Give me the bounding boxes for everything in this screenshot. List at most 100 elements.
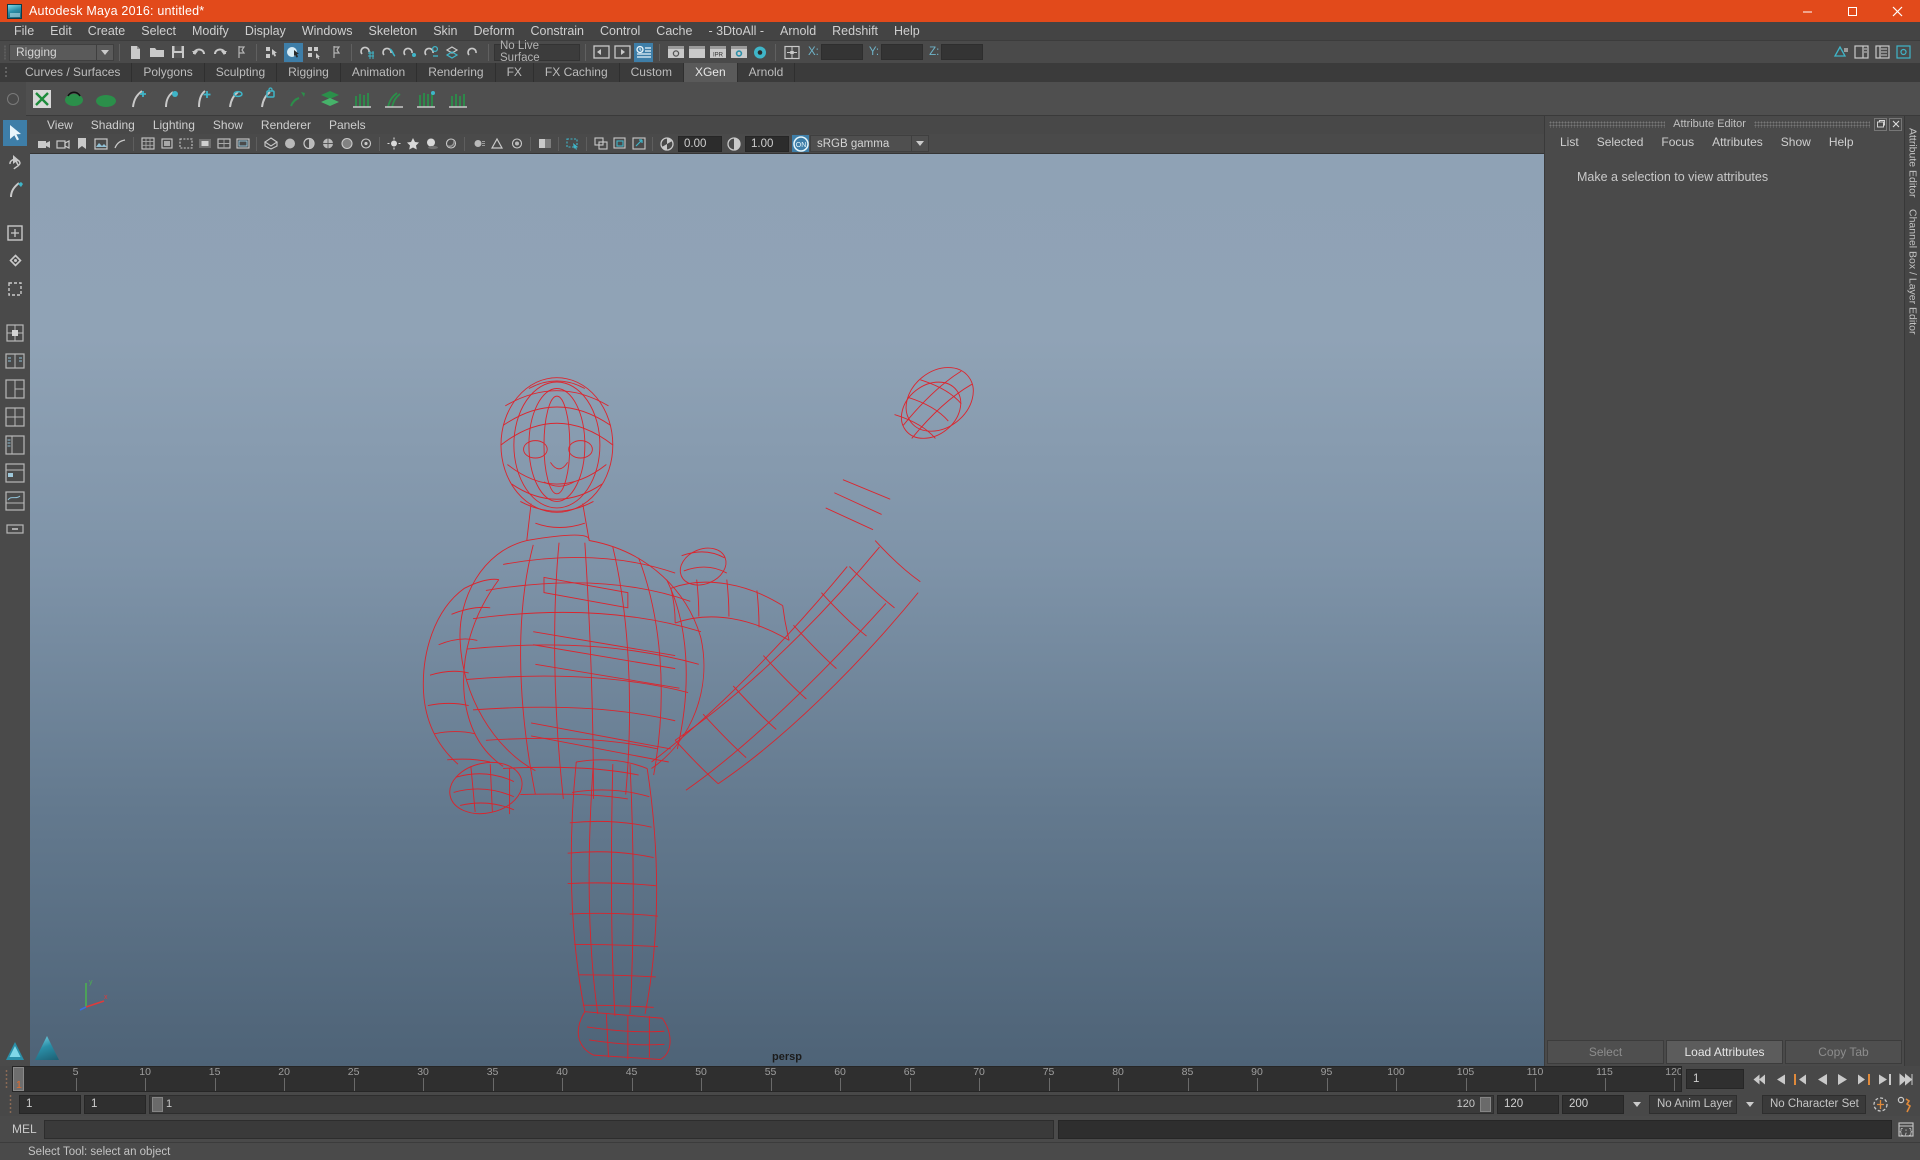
menu-windows[interactable]: Windows: [294, 22, 361, 40]
menu-constrain[interactable]: Constrain: [523, 22, 593, 40]
layout-hypershade-persp-icon[interactable]: [3, 460, 27, 486]
save-scene-icon[interactable]: [168, 43, 187, 62]
snap-to-point-icon[interactable]: [400, 43, 419, 62]
xgen-groomable-spline-icon[interactable]: [91, 84, 121, 114]
shelf-tab-fx[interactable]: FX: [495, 63, 534, 82]
film-origin-icon[interactable]: [215, 135, 232, 152]
snap-to-projected-center-icon[interactable]: [421, 43, 440, 62]
rotate-tool-icon[interactable]: [3, 248, 27, 274]
show-channel-box-icon[interactable]: [1873, 43, 1892, 62]
open-attribute-editor-icon[interactable]: [634, 42, 653, 62]
menu-deform[interactable]: Deform: [466, 22, 523, 40]
xgen-groom-convert-icon[interactable]: [411, 84, 441, 114]
shelf-grip[interactable]: [0, 63, 14, 82]
ae-menu-help[interactable]: Help: [1820, 133, 1863, 151]
command-language-label[interactable]: MEL: [4, 1122, 40, 1136]
multisample-aa-icon[interactable]: [489, 135, 506, 152]
vtab-attribute-editor[interactable]: Attribute Editor: [1907, 122, 1919, 203]
load-attributes-button[interactable]: Load Attributes: [1666, 1040, 1783, 1064]
smooth-shade-all-icon[interactable]: [281, 135, 298, 152]
lighting-all-icon[interactable]: [404, 135, 421, 152]
close-icon[interactable]: [1875, 0, 1920, 22]
xgen-spline-primitive-icon[interactable]: [59, 84, 89, 114]
menu-skeleton[interactable]: Skeleton: [361, 22, 426, 40]
hypershade-icon[interactable]: [750, 43, 769, 62]
menu-3dtoall[interactable]: - 3DtoAll -: [700, 22, 772, 40]
maximize-icon[interactable]: [1830, 0, 1875, 22]
vtab-channel-box-layer-editor[interactable]: Channel Box / Layer Editor: [1907, 203, 1919, 341]
ipr-render-icon[interactable]: IPR: [708, 43, 727, 62]
range-end-handle[interactable]: [1480, 1096, 1491, 1112]
tear-off-copy-icon[interactable]: [611, 135, 628, 152]
script-editor-icon[interactable]: {;}: [1896, 1119, 1916, 1139]
transform-panel-icon[interactable]: [3, 320, 27, 346]
range-start-handle[interactable]: [152, 1096, 163, 1112]
menu-display[interactable]: Display: [237, 22, 294, 40]
xgen-layers-icon[interactable]: [315, 84, 345, 114]
viewport-snapshot-icon[interactable]: [630, 135, 647, 152]
playback-end-field[interactable]: 200: [1562, 1094, 1624, 1114]
ae-menu-attributes[interactable]: Attributes: [1703, 133, 1772, 151]
auto-keyframe-toggle-icon[interactable]: [1869, 1093, 1891, 1115]
film-gate-icon[interactable]: [158, 135, 175, 152]
render-current-frame-icon[interactable]: [666, 43, 685, 62]
step-forward-frame-icon[interactable]: [1853, 1069, 1874, 1090]
lighting-default-icon[interactable]: [385, 135, 402, 152]
shelf-tab-curves-surfaces[interactable]: Curves / Surfaces: [14, 63, 133, 82]
range-slider-grip[interactable]: [4, 1094, 16, 1114]
menu-control[interactable]: Control: [592, 22, 648, 40]
shelf-tab-custom[interactable]: Custom: [619, 63, 684, 82]
select-by-hierarchy-icon[interactable]: [263, 43, 282, 62]
color-space-dropdown-icon[interactable]: [912, 135, 929, 152]
undo-icon[interactable]: [189, 43, 208, 62]
open-render-view-icon[interactable]: [687, 43, 706, 62]
anim-end-time-field[interactable]: 1: [84, 1094, 146, 1114]
ae-menu-list[interactable]: List: [1551, 133, 1588, 151]
live-surface-field[interactable]: No Live Surface: [494, 40, 580, 64]
ae-menu-selected[interactable]: Selected: [1588, 133, 1653, 151]
xgen-mask-brush-icon[interactable]: [251, 84, 281, 114]
xray-joints-icon[interactable]: [357, 135, 374, 152]
range-end-field[interactable]: 120: [1497, 1094, 1559, 1114]
select-tool-icon[interactable]: [3, 120, 27, 146]
bookmarks-icon[interactable]: [73, 135, 90, 152]
copy-tab-button[interactable]: Copy Tab: [1785, 1040, 1902, 1064]
step-forward-keyframe-icon[interactable]: [1874, 1069, 1895, 1090]
panel-drag-dots[interactable]: [1549, 120, 1666, 128]
make-live-icon[interactable]: [463, 43, 482, 62]
shelf-tab-fx-caching[interactable]: FX Caching: [533, 63, 620, 82]
motion-blur-icon[interactable]: [470, 135, 487, 152]
xgen-create-description-icon[interactable]: [27, 84, 57, 114]
anim-layer-selector[interactable]: No Anim Layer: [1649, 1094, 1737, 1114]
gamma-field[interactable]: 1.00: [745, 135, 789, 152]
coord-y-field[interactable]: [881, 44, 924, 60]
select-by-object-type-icon[interactable]: [284, 42, 303, 62]
ae-menu-focus[interactable]: Focus: [1652, 133, 1703, 151]
viewport-menu-lighting[interactable]: Lighting: [144, 116, 204, 134]
show-tool-settings-icon[interactable]: [1894, 43, 1913, 62]
menu-set-selector[interactable]: Rigging: [9, 43, 97, 61]
xgen-density-brush-icon[interactable]: [155, 84, 185, 114]
open-scene-icon[interactable]: [147, 43, 166, 62]
playback-options-dropdown-icon[interactable]: [1627, 1095, 1646, 1114]
smooth-shade-selected-icon[interactable]: [300, 135, 317, 152]
layout-outliner-persp-icon[interactable]: [3, 432, 27, 458]
close-panel-icon[interactable]: [1889, 117, 1903, 131]
toolbar-flag-icon[interactable]: [231, 43, 250, 62]
menu-skin[interactable]: Skin: [425, 22, 465, 40]
panel-drag-dots-2[interactable]: [1753, 120, 1871, 128]
show-modeling-toolkit-icon[interactable]: [1831, 43, 1850, 62]
new-scene-icon[interactable]: [126, 43, 145, 62]
lasso-tool-icon[interactable]: [3, 148, 27, 174]
xgen-export-icon[interactable]: [443, 84, 473, 114]
duplicate-view-icon[interactable]: [592, 135, 609, 152]
xgen-guide-tool-icon[interactable]: [347, 84, 377, 114]
select-camera-icon[interactable]: [35, 135, 52, 152]
shelf-tab-arnold[interactable]: Arnold: [737, 63, 796, 82]
toolbar-grip[interactable]: [0, 41, 9, 64]
shelf-tab-rigging[interactable]: Rigging: [277, 63, 341, 82]
render-settings-icon[interactable]: [729, 43, 748, 62]
menu-help[interactable]: Help: [886, 22, 928, 40]
shelf-tab-sculpting[interactable]: Sculpting: [204, 63, 278, 82]
viewport-render-region-icon[interactable]: [536, 135, 553, 152]
